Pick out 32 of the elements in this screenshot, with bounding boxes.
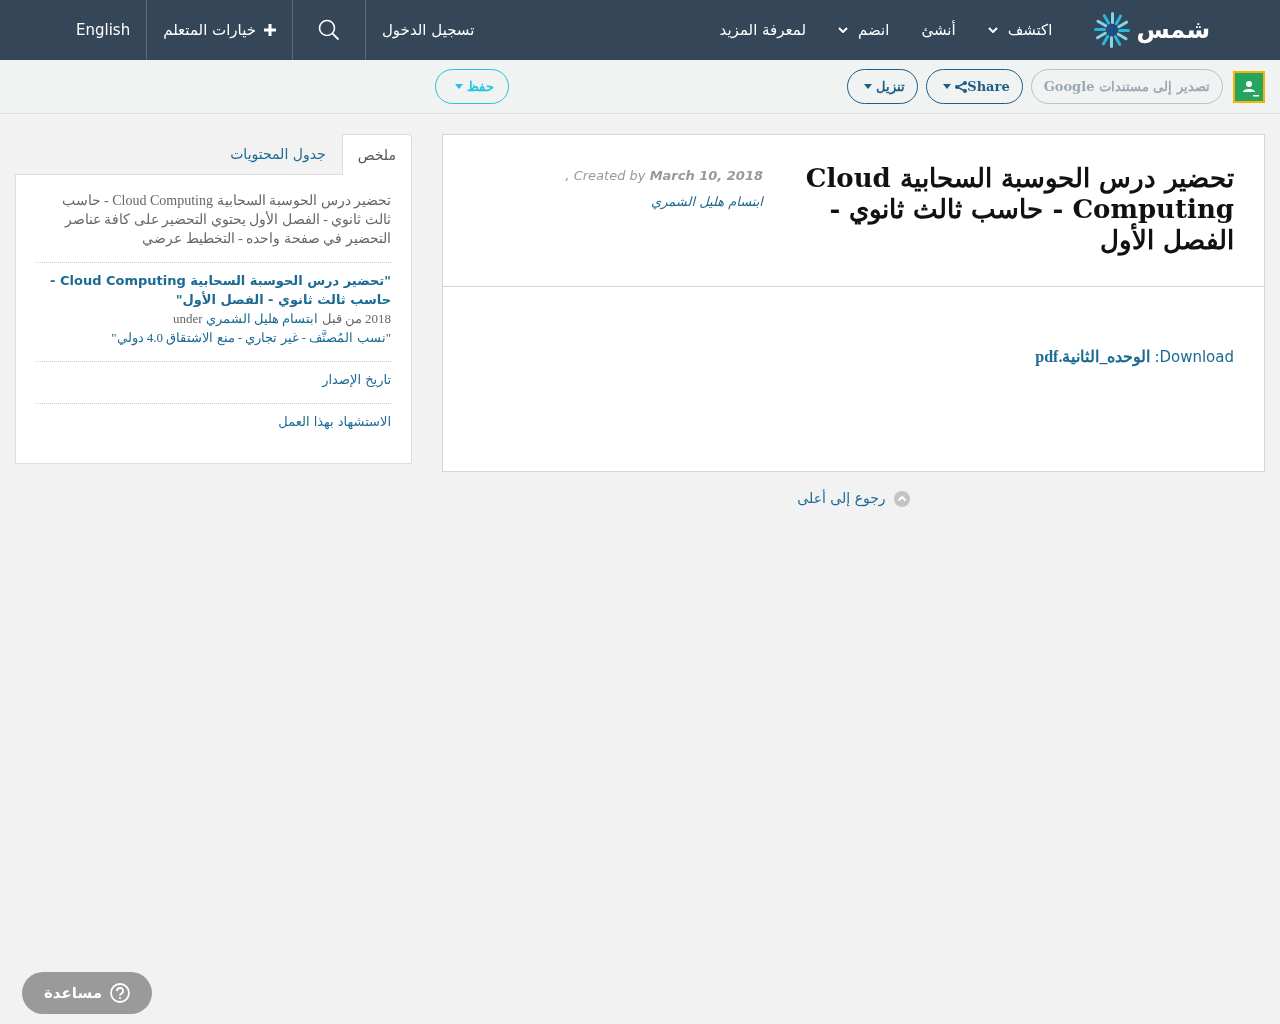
sun-logo-icon <box>1092 10 1133 50</box>
license-link[interactable]: "نسب المُصنَّف - غير تجاري - منع الاشتقاق 4.0 دولي" <box>111 330 391 345</box>
classroom-icon <box>1233 70 1265 103</box>
nav-menu-item[interactable]: انضم <box>822 0 906 60</box>
share-icon <box>955 80 968 93</box>
download-label: Download: <box>1154 346 1234 368</box>
sidebar-tab[interactable]: جدول المحتويات <box>214 134 342 174</box>
language-link[interactable]: English <box>60 0 147 60</box>
work-title-link[interactable]: "تحضير درس الحوسبة السحابية Cloud Computing - حاسب ثالث ثانوي - الفصل الأول" <box>36 271 391 309</box>
nav-menu-item[interactable]: لمعرفة المزيد <box>703 0 823 60</box>
chevron-up-circle-icon <box>893 490 910 507</box>
file-download-link[interactable]: الوحده_الثانية.pdf <box>1035 345 1151 369</box>
nav-menu-item[interactable]: اكتشف <box>971 0 1069 60</box>
chevron-down-icon <box>987 27 998 33</box>
caret-icon <box>454 84 463 89</box>
article-title: تحضير درس الحوسبة السحابية Cloud Computing - حاسب ثالث ثانوي - الفصل الأول <box>804 163 1234 256</box>
search-icon <box>317 19 340 42</box>
plus-icon <box>263 24 276 36</box>
sidebar-link[interactable]: تاريخ الإصدار <box>322 372 391 387</box>
summary-text: تحضير درس الحوسبة السحابية Cloud Computing - حاسب ثالث ثانوي - الفصل الأول يحتوي التحضير على كافة عناصر التحضير في صفحة واحده - التخطيط عرضي <box>60 192 391 248</box>
nav-menu-item[interactable]: أنشئ <box>905 0 972 60</box>
author-link[interactable]: ابتسام هليل الشمري <box>651 189 763 215</box>
site-logo[interactable]: شمس <box>1092 10 1210 50</box>
question-circle-icon <box>109 982 130 1003</box>
caret-icon <box>943 84 952 89</box>
back-to-top-link[interactable]: رجوع إلى أعلى <box>797 488 910 509</box>
logo-text: شمس <box>1136 15 1210 46</box>
sidebar-tab[interactable]: ملخص <box>341 134 412 175</box>
caret-icon <box>864 84 873 89</box>
sidebar-link[interactable]: الاستشهاد بهذا العمل <box>278 414 391 429</box>
chevron-down-icon <box>838 27 849 33</box>
author-link[interactable]: ابتسام هليل الشمري <box>205 311 319 326</box>
